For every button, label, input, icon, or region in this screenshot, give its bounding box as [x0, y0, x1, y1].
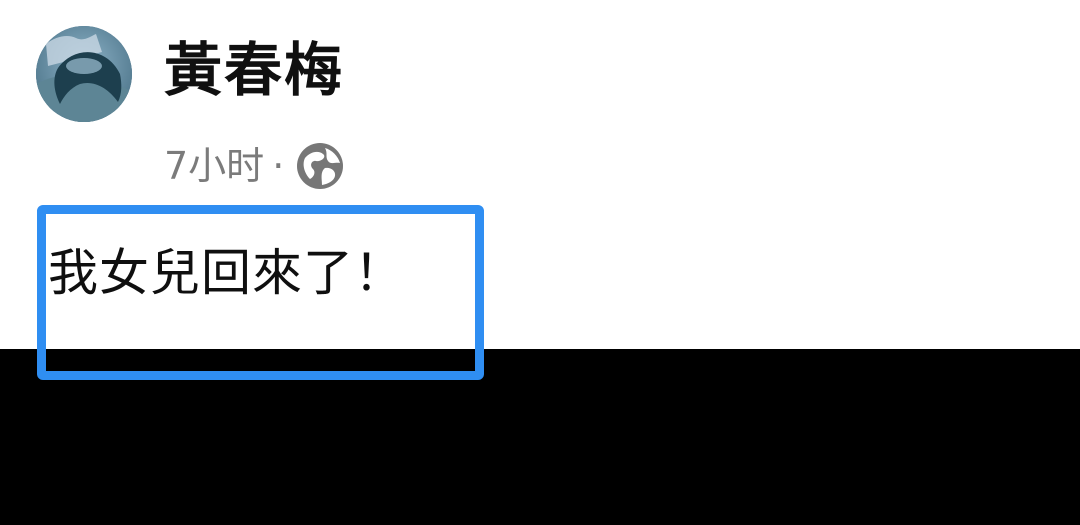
avatar-photo-icon — [36, 26, 132, 122]
post-meta: 7小时 · — [164, 140, 346, 192]
author-name[interactable]: 黃春梅 — [164, 30, 344, 110]
highlight-box — [37, 205, 484, 380]
post-header: 黃春梅 7小时 · — [0, 0, 1080, 200]
highlight-inner-black-strip — [46, 358, 475, 370]
post-time[interactable]: 7小时 — [164, 140, 264, 192]
globe-icon[interactable] — [294, 140, 346, 192]
avatar[interactable] — [36, 26, 132, 122]
meta-separator: · — [272, 144, 285, 188]
